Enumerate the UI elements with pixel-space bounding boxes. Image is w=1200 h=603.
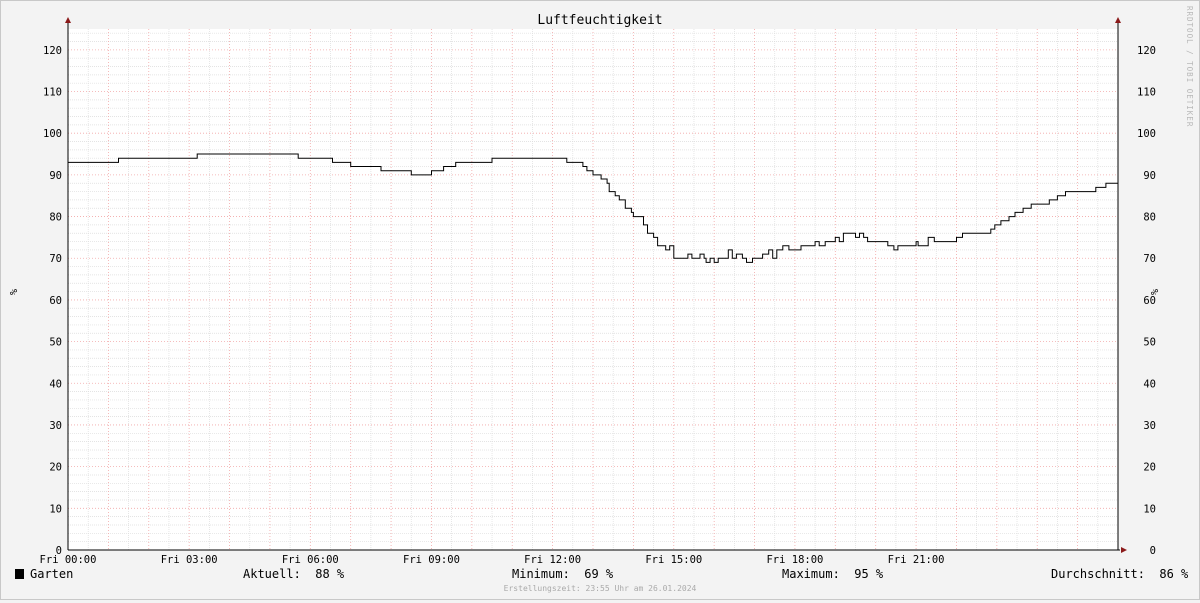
watermark-text: RRDTOOL / TOBI OETIKER <box>1185 6 1194 127</box>
y-tick-label-right: 70 <box>1143 253 1156 265</box>
graph-frame: Luftfeuchtigkeit RRDTOOL / TOBI OETIKER … <box>0 0 1200 600</box>
y-ticks-left: 0102030405060708090100110120 <box>43 45 62 557</box>
y-tick-label-left: 30 <box>49 420 62 432</box>
aktuell-label: Aktuell: <box>243 567 301 581</box>
aktuell-value: 88 % <box>315 567 345 581</box>
y-tick-label-left: 90 <box>49 170 62 182</box>
maximum-value: 95 % <box>854 567 884 581</box>
x-tick-label: Fri 21:00 <box>888 554 945 566</box>
y-tick-label-left: 100 <box>43 128 62 140</box>
y-tick-label-right: 10 <box>1143 503 1156 515</box>
legend-swatch <box>15 569 24 579</box>
y-tick-label-right: 120 <box>1137 45 1156 57</box>
durchschnitt-label: Durchschnitt: <box>1051 567 1145 581</box>
legend-minimum: Minimum: 69 % <box>512 567 613 581</box>
x-axis-arrow <box>1121 547 1127 553</box>
y-tick-label-left: 40 <box>49 378 62 390</box>
legend-series-name: Garten <box>30 567 74 581</box>
x-tick-label: Fri 03:00 <box>161 554 218 566</box>
legend-durchschnitt: Durchschnitt: 86 % <box>1051 567 1188 581</box>
minimum-value: 69 % <box>584 567 614 581</box>
x-tick-label: Fri 06:00 <box>282 554 339 566</box>
durchschnitt-value: 86 % <box>1159 567 1189 581</box>
y-tick-label-right: 30 <box>1143 420 1156 432</box>
y-tick-label-left: 50 <box>49 337 62 349</box>
y-tick-label-right: 90 <box>1143 170 1156 182</box>
legend-aktuell: Aktuell: 88 % <box>243 567 344 581</box>
minimum-label: Minimum: <box>512 567 570 581</box>
maximum-label: Maximum: <box>782 567 840 581</box>
legend-series: Garten <box>15 567 73 581</box>
y-axis-label-left: % <box>7 289 18 295</box>
y-tick-label-left: 20 <box>49 462 62 474</box>
y-tick-label-right: 0 <box>1150 545 1156 557</box>
y-tick-label-right: 40 <box>1143 378 1156 390</box>
y-tick-label-left: 10 <box>49 503 62 515</box>
y-tick-label-left: 120 <box>43 45 62 57</box>
y-tick-label-left: 70 <box>49 253 62 265</box>
x-tick-label: Fri 09:00 <box>403 554 460 566</box>
x-tick-label: Fri 15:00 <box>645 554 702 566</box>
y-tick-label-right: 100 <box>1137 128 1156 140</box>
y-axis-arrow-left <box>65 17 71 23</box>
x-tick-label: Fri 00:00 <box>40 554 97 566</box>
x-tick-label: Fri 18:00 <box>766 554 823 566</box>
y-tick-label-right: 50 <box>1143 337 1156 349</box>
y-tick-label-right: 60 <box>1143 295 1156 307</box>
y-tick-label-left: 60 <box>49 295 62 307</box>
y-tick-label-right: 110 <box>1137 87 1156 99</box>
creation-timestamp: Erstellungszeit: 23:55 Uhr am 26.01.2024 <box>503 584 697 593</box>
x-tick-label: Fri 12:00 <box>524 554 581 566</box>
x-ticks: Fri 00:00 Fri 03:00 Fri 06:00 Fri 09:00 Fri … <box>40 554 945 566</box>
y-ticks-right: 0 10 20 30 40 50 60 70 80 90 100 110 120 <box>1137 45 1156 557</box>
legend-maximum: Maximum: 95 % <box>782 567 883 581</box>
y-tick-label-right: 20 <box>1143 462 1156 474</box>
y-tick-label-left: 110 <box>43 87 62 99</box>
y-tick-label-right: 80 <box>1143 212 1156 224</box>
chart-title: Luftfeuchtigkeit <box>537 13 662 28</box>
y-axis-arrow-right <box>1115 17 1121 23</box>
y-tick-label-left: 80 <box>49 212 62 224</box>
humidity-chart: Luftfeuchtigkeit RRDTOOL / TOBI OETIKER … <box>7 6 1194 566</box>
